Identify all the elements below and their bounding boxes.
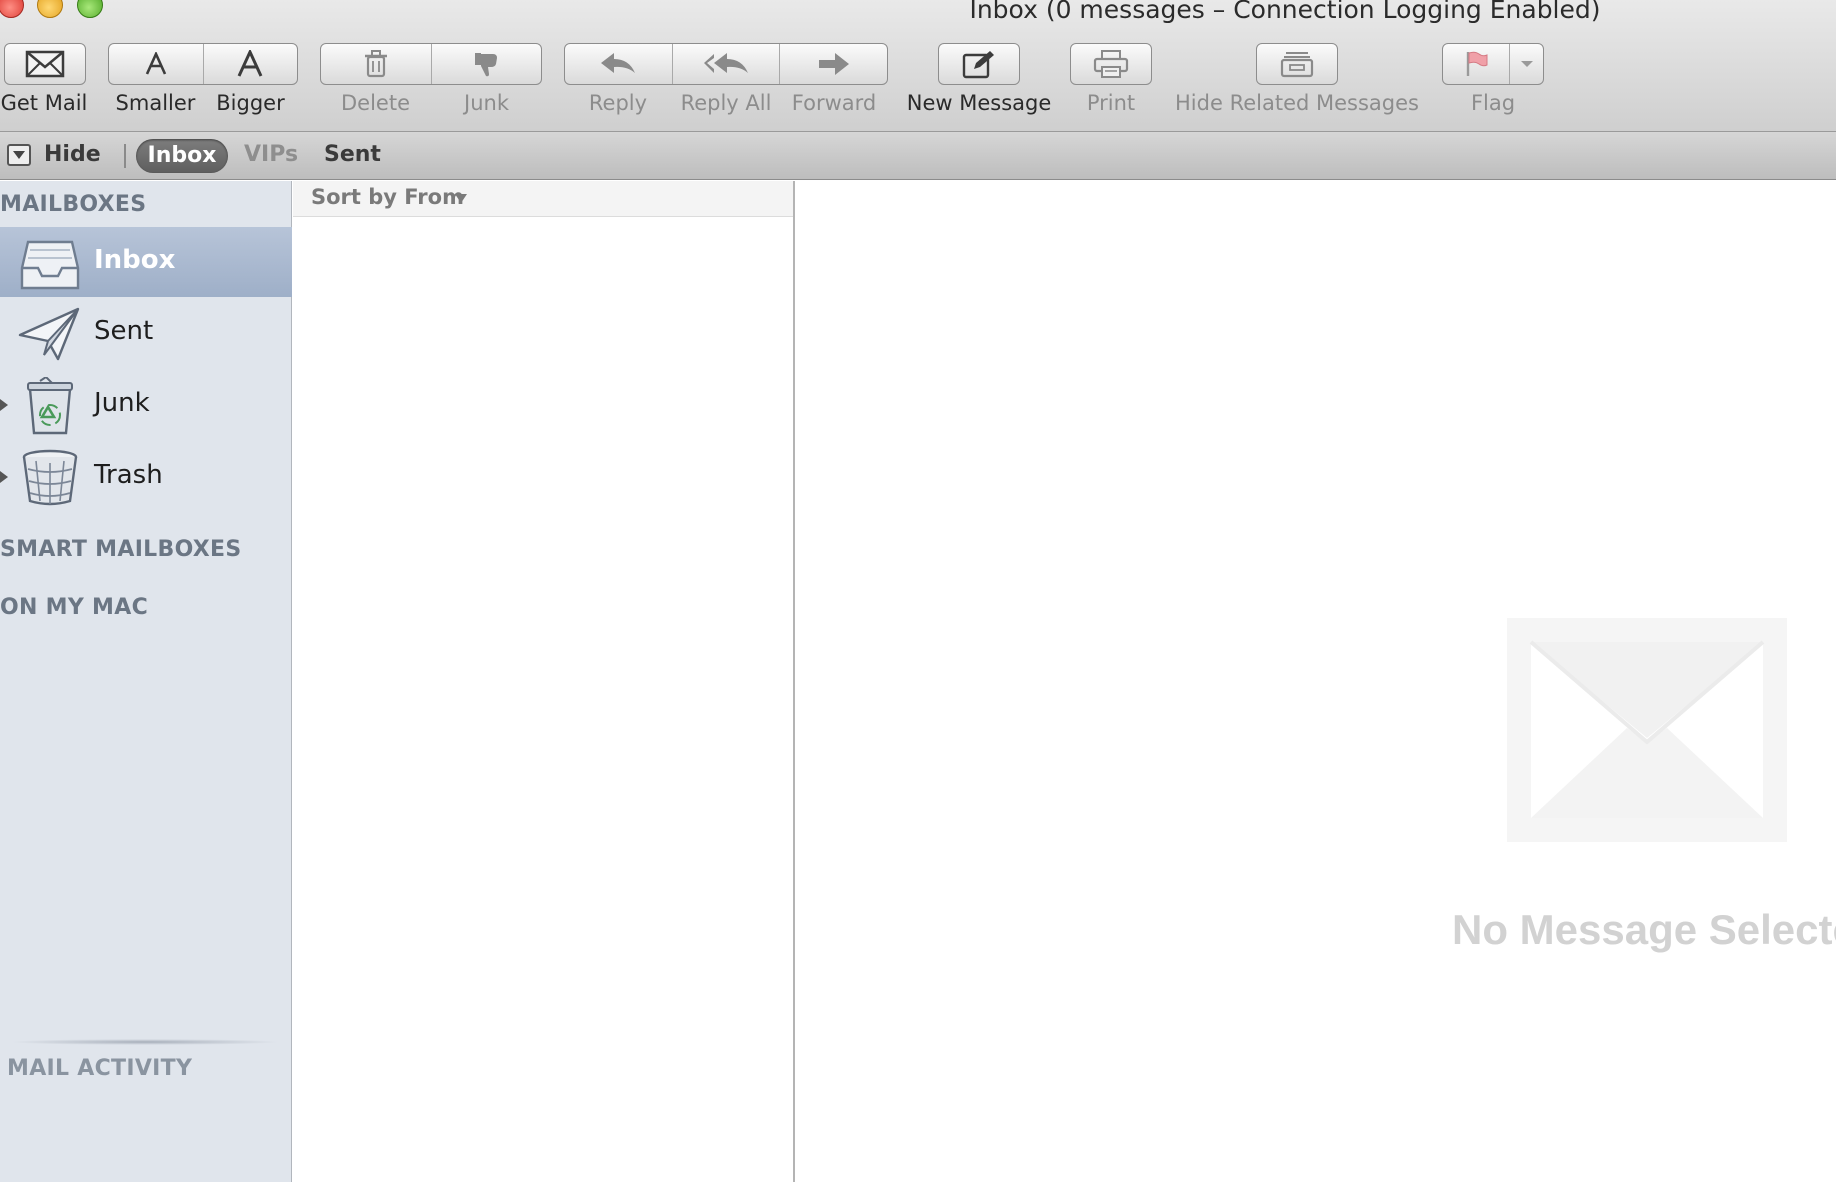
bigger-button[interactable] xyxy=(204,44,298,84)
new-message-label: New Message xyxy=(906,91,1052,115)
sort-header[interactable]: Sort by From xyxy=(293,181,793,217)
hide-label[interactable]: Hide xyxy=(44,142,101,167)
forward-arrow-icon xyxy=(818,53,849,75)
flag-segmented xyxy=(1442,43,1544,85)
compose-icon xyxy=(962,51,994,79)
message-preview: No Message Selected xyxy=(797,181,1836,1182)
smart-mailboxes-heading[interactable]: SMART MAILBOXES xyxy=(0,537,242,562)
sidebar-divider[interactable] xyxy=(10,1039,280,1045)
sort-by-label: Sort by From xyxy=(311,185,464,209)
sidebar-item-inbox[interactable]: Inbox xyxy=(0,227,292,297)
sort-caret-icon xyxy=(455,194,467,203)
reply-all-button[interactable] xyxy=(673,44,781,84)
sidebar-item-label: Trash xyxy=(94,460,163,490)
font-bigger-icon xyxy=(237,50,263,77)
flag-label: Flag xyxy=(1470,91,1516,115)
flag-button[interactable] xyxy=(1443,44,1510,84)
smaller-label: Smaller xyxy=(115,91,196,115)
get-mail-button[interactable] xyxy=(4,43,86,85)
window-title: Inbox (0 messages – Connection Logging E… xyxy=(969,0,1601,24)
print-button[interactable] xyxy=(1070,43,1152,85)
disclosure-triangle-icon[interactable] xyxy=(0,471,8,483)
hide-related-messages-label: Hide Related Messages xyxy=(1175,91,1419,115)
forward-label: Forward xyxy=(791,91,877,115)
sidebar-item-trash[interactable]: Trash xyxy=(0,442,292,512)
flag-icon xyxy=(1466,51,1488,76)
no-message-selected-text: No Message Selected xyxy=(1452,906,1836,953)
flag-dropdown-button[interactable] xyxy=(1510,44,1543,84)
empty-envelope-icon xyxy=(1507,618,1787,842)
delete-label: Delete xyxy=(341,91,410,115)
reply-all-arrow-icon xyxy=(704,53,748,73)
favorites-bar: Hide Inbox VIPs Sent xyxy=(0,132,1836,180)
trash-can-icon xyxy=(364,50,387,78)
sidebar-item-sent[interactable]: Sent xyxy=(0,298,292,368)
chevron-down-icon xyxy=(1520,61,1533,67)
new-message-button[interactable] xyxy=(938,43,1020,85)
hide-mailboxes-button[interactable] xyxy=(7,144,31,166)
junk-button[interactable] xyxy=(432,44,542,84)
get-mail-label: Get Mail xyxy=(0,91,88,115)
favorites-separator xyxy=(124,144,126,168)
junk-recycle-bin-icon xyxy=(27,377,73,435)
inbox-tray-icon xyxy=(20,240,80,290)
minimize-window-button[interactable] xyxy=(37,0,63,18)
reply-button[interactable] xyxy=(565,44,673,84)
close-window-button[interactable] xyxy=(0,0,24,18)
thumbs-down-icon xyxy=(475,53,498,77)
paper-plane-icon xyxy=(18,307,80,361)
title-toolbar: Inbox (0 messages – Connection Logging E… xyxy=(0,0,1836,132)
favorite-inbox[interactable]: Inbox xyxy=(136,139,228,173)
printer-icon xyxy=(1093,50,1129,78)
reply-arrow-icon xyxy=(601,53,636,73)
hide-related-messages-button[interactable] xyxy=(1256,43,1338,85)
message-list[interactable]: Sort by From xyxy=(293,181,795,1182)
forward-button[interactable] xyxy=(780,44,887,84)
sidebar-item-junk[interactable]: Junk xyxy=(0,370,292,440)
sidebar-item-label: Sent xyxy=(94,316,154,346)
print-label: Print xyxy=(1086,91,1136,115)
trash-basket-icon xyxy=(22,449,78,506)
smaller-button[interactable] xyxy=(109,44,204,84)
favorite-sent[interactable]: Sent xyxy=(324,142,381,167)
on-my-mac-heading[interactable]: ON MY MAC xyxy=(0,595,148,620)
triangle-down-icon xyxy=(13,151,25,159)
mail-activity-heading: MAIL ACTIVITY xyxy=(7,1056,193,1081)
mailbox-sidebar: MAILBOXES Inbox Sent Junk Trash SMART MA… xyxy=(0,181,292,1182)
mailboxes-heading[interactable]: MAILBOXES xyxy=(0,192,146,217)
sidebar-item-label: Inbox xyxy=(94,245,176,275)
reply-forward-segmented xyxy=(564,43,888,85)
delete-junk-segmented xyxy=(320,43,542,85)
stacked-messages-icon xyxy=(1280,52,1314,78)
font-smaller-icon xyxy=(145,52,166,75)
reply-label: Reply xyxy=(588,91,648,115)
favorite-vips[interactable]: VIPs xyxy=(244,142,298,167)
envelope-icon xyxy=(25,50,65,78)
reply-all-label: Reply All xyxy=(680,91,772,115)
zoom-window-button[interactable] xyxy=(77,0,103,18)
disclosure-triangle-icon[interactable] xyxy=(0,399,8,411)
mail-window: Inbox (0 messages – Connection Logging E… xyxy=(0,0,1836,1182)
font-size-segmented xyxy=(108,43,298,85)
junk-label: Junk xyxy=(464,91,509,115)
sidebar-item-label: Junk xyxy=(94,388,150,418)
delete-button[interactable] xyxy=(321,44,432,84)
bigger-label: Bigger xyxy=(216,91,285,115)
